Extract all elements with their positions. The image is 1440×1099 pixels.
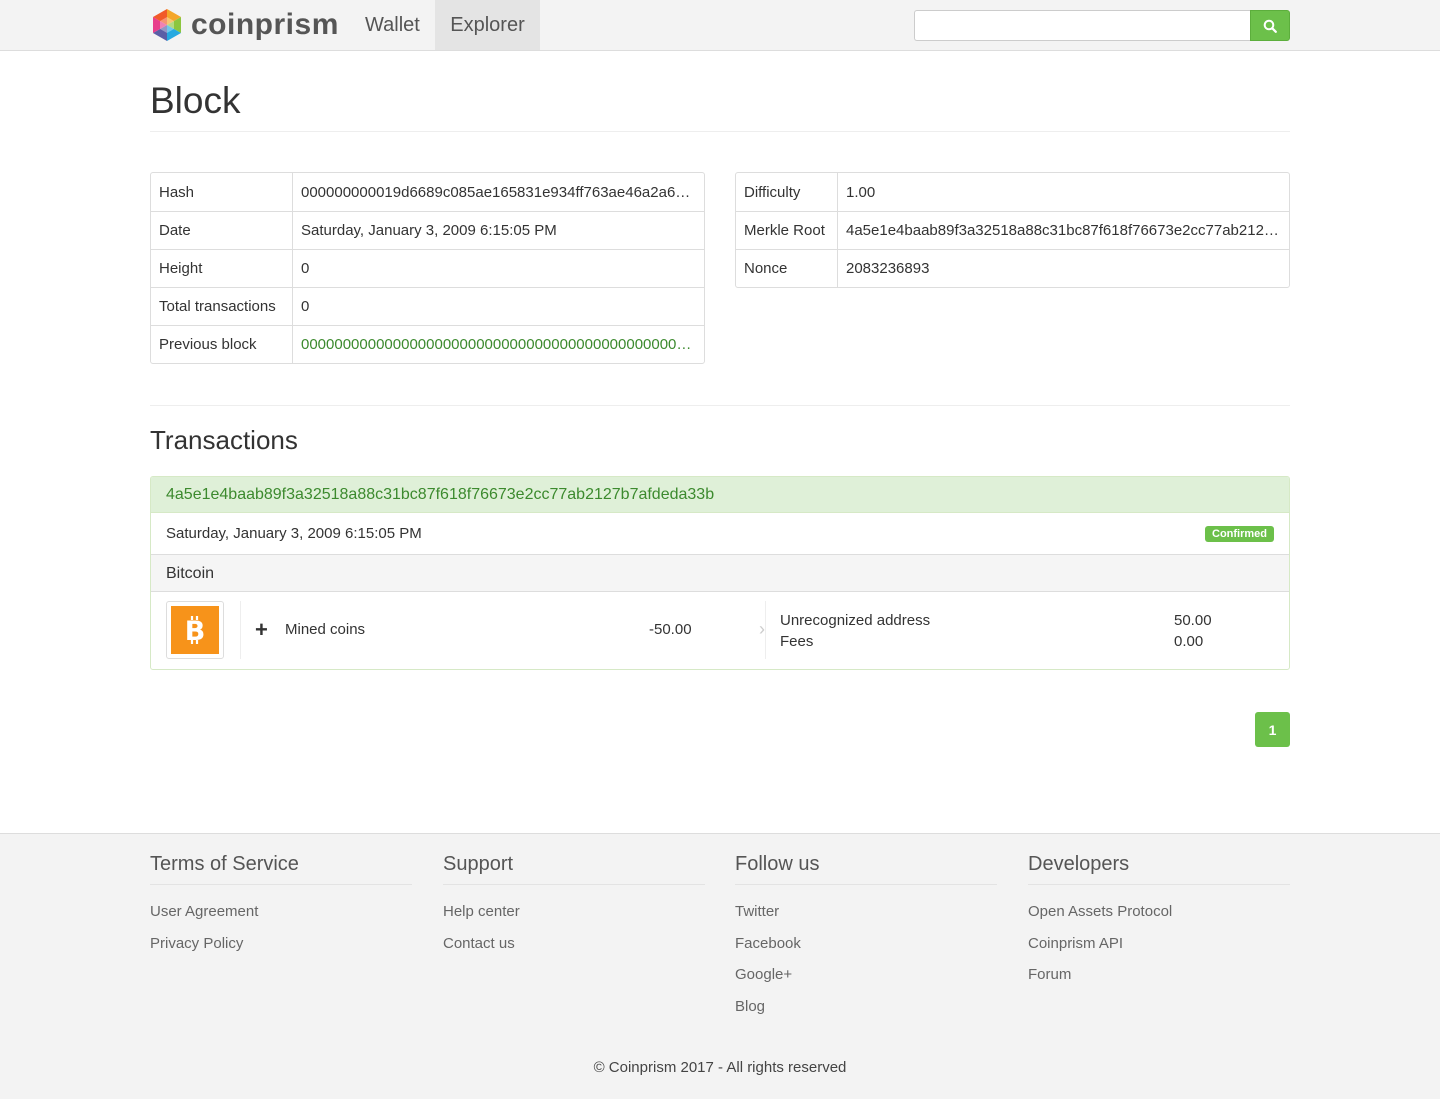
table-row: Date Saturday, January 3, 2009 6:15:05 P… (151, 211, 704, 249)
table-row: Height 0 (151, 249, 704, 287)
page-title: Block (150, 80, 241, 121)
footer-link-twitter[interactable]: Twitter (735, 896, 997, 928)
table-row: Nonce 2083236893 (736, 249, 1289, 287)
title-divider (150, 131, 1290, 132)
fees-label: Fees (780, 633, 814, 650)
table-row: Hash 000000000019d6689c085ae165831e934ff… (151, 173, 704, 211)
nav-wallet[interactable]: Wallet (350, 0, 435, 50)
table-row: Difficulty 1.00 (736, 173, 1289, 211)
table-row: Previous block 0000000000000000000000000… (151, 325, 704, 363)
transaction-date: Saturday, January 3, 2009 6:15:05 PM (166, 525, 422, 542)
nonce-value: 2083236893 (838, 249, 1289, 287)
search-input[interactable] (914, 10, 1251, 41)
copyright-text: © Coinprism 2017 - All rights reserved (593, 1059, 847, 1076)
difficulty-value: 1.00 (846, 183, 876, 201)
footer-link-forum[interactable]: Forum (1028, 959, 1290, 991)
table-row: Merkle Root 4a5e1e4baab89f3a32518a88c31b… (736, 211, 1289, 249)
plus-icon: + (255, 617, 268, 642)
footer-link-blog[interactable]: Blog (735, 991, 997, 1023)
coinprism-logo-icon (153, 9, 181, 41)
footer-link-contact-us[interactable]: Contact us (443, 928, 705, 960)
footer-heading: Follow us (735, 853, 997, 885)
transactions-heading: Transactions (150, 425, 298, 455)
footer-heading: Support (443, 853, 705, 885)
total-transactions-value: 0 (293, 287, 704, 325)
hash-value: 000000000019d6689c085ae165831e934ff763ae… (301, 183, 704, 201)
footer-column-support: Support Help center Contact us (443, 853, 705, 959)
brand-logo-link[interactable]: coinprism (150, 6, 339, 44)
footer-link-coinprism-api[interactable]: Coinprism API (1028, 928, 1290, 960)
asset-name: Bitcoin (151, 555, 1289, 592)
search-button[interactable] (1250, 10, 1290, 41)
bitcoin-icon: B (171, 606, 219, 654)
footer-link-facebook[interactable]: Facebook (735, 928, 997, 960)
svg-text:B: B (185, 616, 206, 646)
footer-link-privacy-policy[interactable]: Privacy Policy (150, 928, 412, 960)
chevron-right-icon: › (759, 619, 765, 639)
transaction-flow: B + Mined coins -50.00 › Unrecognized ad… (151, 592, 1289, 669)
transaction-date-row: Saturday, January 3, 2009 6:15:05 PM Con… (151, 513, 1289, 555)
divider (240, 601, 241, 659)
block-info-table-right: Difficulty 1.00 Merkle Root 4a5e1e4baab8… (735, 172, 1290, 288)
status-badge: Confirmed (1205, 526, 1274, 542)
hash-label: Hash (151, 173, 293, 211)
pagination-page-1[interactable]: 1 (1255, 712, 1290, 747)
output-amount: 50.00 (1174, 612, 1212, 629)
height-label: Height (151, 249, 293, 287)
nonce-label: Nonce (736, 249, 838, 287)
footer-column-developers: Developers Open Assets Protocol Coinpris… (1028, 853, 1290, 991)
merkle-root-label: Merkle Root (736, 211, 838, 249)
difficulty-label: Difficulty (736, 173, 838, 211)
footer-column-follow: Follow us Twitter Facebook Google+ Blog (735, 853, 997, 1022)
asset-icon-frame: B (166, 601, 224, 659)
merkle-root-value: 4a5e1e4baab89f3a32518a88c31bc87f618f7667… (838, 211, 1289, 249)
footer-heading: Terms of Service (150, 853, 412, 885)
divider (765, 601, 766, 659)
previous-block-link[interactable]: 0000000000000000000000000000000000000000… (293, 325, 704, 363)
footer-link-open-assets-protocol[interactable]: Open Assets Protocol (1028, 896, 1290, 928)
fees-amount: 0.00 (1174, 633, 1204, 650)
output-label: Unrecognized address (780, 612, 931, 629)
brand-name: coinprism (191, 8, 339, 41)
nav-explorer[interactable]: Explorer (435, 0, 540, 50)
footer: Terms of Service User Agreement Privacy … (0, 833, 1440, 1099)
footer-heading: Developers (1028, 853, 1290, 885)
search-icon (1263, 19, 1277, 33)
date-label: Date (151, 211, 293, 249)
block-info-table-left: Hash 000000000019d6689c085ae165831e934ff… (150, 172, 705, 364)
height-value: 0 (293, 249, 704, 287)
footer-link-user-agreement[interactable]: User Agreement (150, 896, 412, 928)
table-row: Total transactions 0 (151, 287, 704, 325)
input-label: Mined coins (285, 621, 366, 638)
input-amount: -50.00 (649, 621, 692, 638)
total-transactions-label: Total transactions (151, 287, 293, 325)
transaction-panel: 4a5e1e4baab89f3a32518a88c31bc87f618f7667… (150, 476, 1290, 670)
footer-link-help-center[interactable]: Help center (443, 896, 705, 928)
previous-block-label: Previous block (151, 325, 293, 363)
top-navbar: coinprism Wallet Explorer (0, 0, 1440, 51)
transaction-hash-link[interactable]: 4a5e1e4baab89f3a32518a88c31bc87f618f7667… (151, 477, 1289, 513)
footer-link-google-plus[interactable]: Google+ (735, 959, 997, 991)
date-value: Saturday, January 3, 2009 6:15:05 PM (293, 211, 704, 249)
footer-column-terms: Terms of Service User Agreement Privacy … (150, 853, 412, 959)
section-divider (150, 405, 1290, 406)
